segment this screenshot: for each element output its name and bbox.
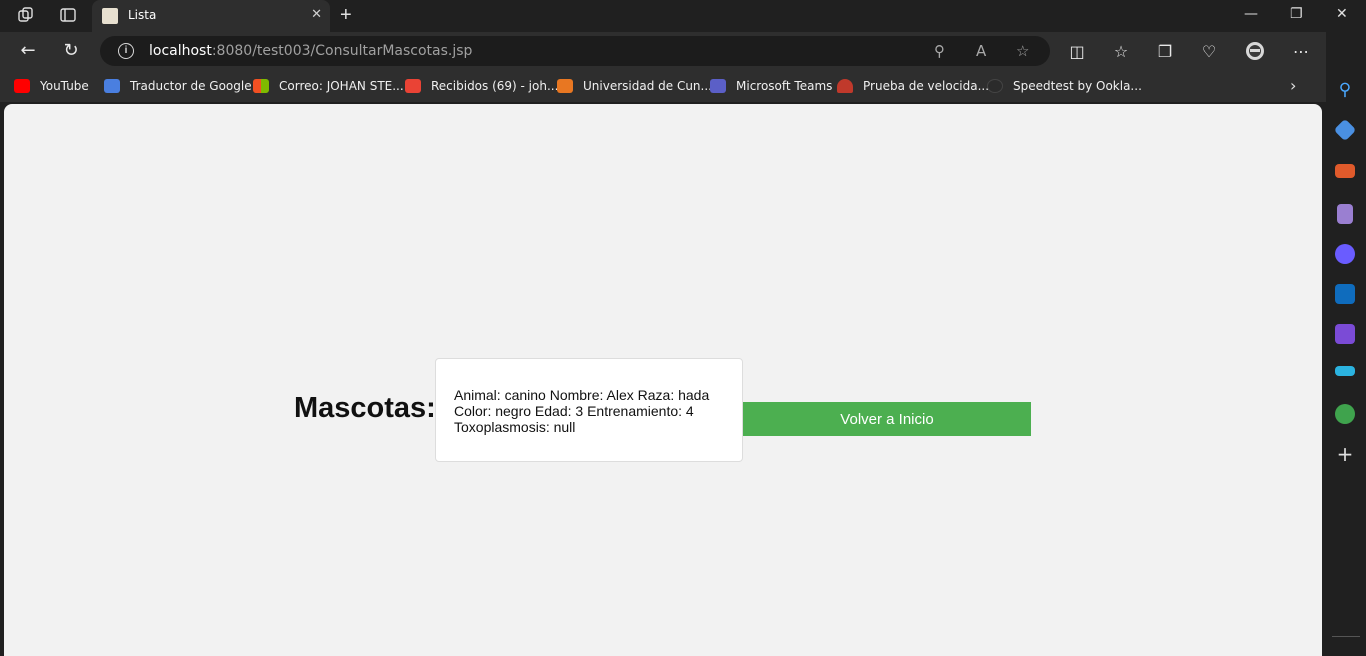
bookmark-label: Microsoft Teams (736, 79, 833, 93)
edge-sidebar: ⚲ + (1326, 32, 1366, 656)
speedometer-icon (837, 79, 853, 93)
favorites-icon[interactable]: ☆ (1110, 41, 1132, 63)
microsoft-icon (253, 79, 269, 93)
url-host: localhost (149, 43, 212, 59)
chevron-right-icon[interactable]: › (1290, 76, 1296, 95)
bookmarks-bar: YouTube Traductor de Google Correo: JOHA… (0, 70, 1326, 102)
send-icon[interactable] (1335, 366, 1355, 376)
url-path: :8080/test003/ConsultarMascotas.jsp (211, 43, 473, 59)
tag-icon[interactable] (1333, 118, 1357, 142)
pet-record-text: Animal: canino Nombre: Alex Raza: hada C… (454, 387, 710, 435)
teams-icon (710, 79, 726, 93)
back-icon[interactable]: ← (17, 40, 39, 62)
split-screen-icon[interactable]: ◫ (1066, 41, 1088, 63)
new-tab-icon[interactable]: + (340, 5, 352, 25)
google-translate-icon (104, 79, 120, 93)
address-bar[interactable]: i localhost:8080/test003/ConsultarMascot… (100, 36, 1050, 66)
title-bar: Lista ✕ + — ❐ ✕ (0, 0, 1366, 32)
browser-toolbar: ← ↻ i localhost:8080/test003/ConsultarMa… (0, 32, 1326, 70)
bookmark-translate[interactable]: Traductor de Google (104, 78, 252, 94)
site-info-icon[interactable]: i (118, 43, 134, 59)
profile-avatar-icon[interactable] (1244, 41, 1266, 63)
page-favicon-icon (102, 8, 118, 24)
bookmark-youtube[interactable]: YouTube (14, 78, 89, 94)
bookmark-label: Traductor de Google (130, 79, 252, 93)
bookmark-label: Universidad de Cun... (583, 79, 712, 93)
back-to-home-button[interactable]: Volver a Inicio (743, 402, 1031, 436)
tab-close-icon[interactable]: ✕ (311, 7, 322, 22)
zoom-icon[interactable]: ⚲ (934, 42, 945, 60)
bookmark-gmail[interactable]: Recibidos (69) - joh... (405, 78, 558, 94)
restore-icon[interactable]: ❐ (1290, 6, 1303, 22)
bookmark-label: Prueba de velocida... (863, 79, 990, 93)
more-options-icon[interactable]: ⋯ (1290, 41, 1312, 63)
url-text[interactable]: localhost:8080/test003/ConsultarMascotas… (149, 43, 472, 59)
chess-icon[interactable] (1337, 204, 1353, 224)
designer-icon[interactable] (1335, 324, 1355, 344)
tab-active[interactable]: Lista ✕ (92, 0, 330, 32)
bookmark-label: Correo: JOHAN STE... (279, 79, 404, 93)
bookmark-label: YouTube (40, 79, 89, 93)
tab-actions-icon[interactable] (58, 6, 78, 26)
bookmark-label: Speedtest by Ookla... (1013, 79, 1142, 93)
page-title: Mascotas: (294, 392, 436, 424)
tab-title: Lista (128, 8, 157, 22)
page-viewport: Mascotas: Animal: canino Nombre: Alex Ra… (4, 104, 1322, 656)
bookmark-mail[interactable]: Correo: JOHAN STE... (253, 78, 404, 94)
moodle-icon (557, 79, 573, 93)
bookmark-teams[interactable]: Microsoft Teams (710, 78, 832, 94)
sidebar-divider (1332, 636, 1360, 637)
youtube-icon (14, 79, 30, 93)
favorite-star-icon[interactable]: ☆ (1016, 42, 1029, 60)
bookmark-universidad[interactable]: Universidad de Cun... (557, 78, 712, 94)
performance-icon[interactable]: ♡ (1198, 41, 1220, 63)
copilot-icon[interactable] (1335, 244, 1355, 264)
bookmark-speed-test[interactable]: Prueba de velocida... (837, 78, 989, 94)
gmail-icon (405, 79, 421, 93)
pet-record-card: Animal: canino Nombre: Alex Raza: hada C… (435, 358, 743, 462)
tree-icon[interactable] (1335, 404, 1355, 424)
outlook-icon[interactable] (1335, 284, 1355, 304)
briefcase-icon[interactable] (1335, 164, 1355, 178)
bookmark-speedtest-ookla[interactable]: Speedtest by Ookla... (987, 78, 1142, 94)
refresh-icon[interactable]: ↻ (60, 40, 82, 62)
add-icon[interactable]: + (1335, 444, 1355, 464)
workspaces-icon[interactable] (16, 6, 36, 26)
collections-icon[interactable]: ❐ (1154, 41, 1176, 63)
read-aloud-icon[interactable]: A (976, 42, 986, 60)
bookmark-label: Recibidos (69) - joh... (431, 79, 559, 93)
ookla-icon (987, 79, 1003, 93)
search-icon[interactable]: ⚲ (1335, 80, 1355, 100)
minimize-icon[interactable]: — (1244, 6, 1258, 22)
close-window-icon[interactable]: ✕ (1336, 6, 1348, 22)
